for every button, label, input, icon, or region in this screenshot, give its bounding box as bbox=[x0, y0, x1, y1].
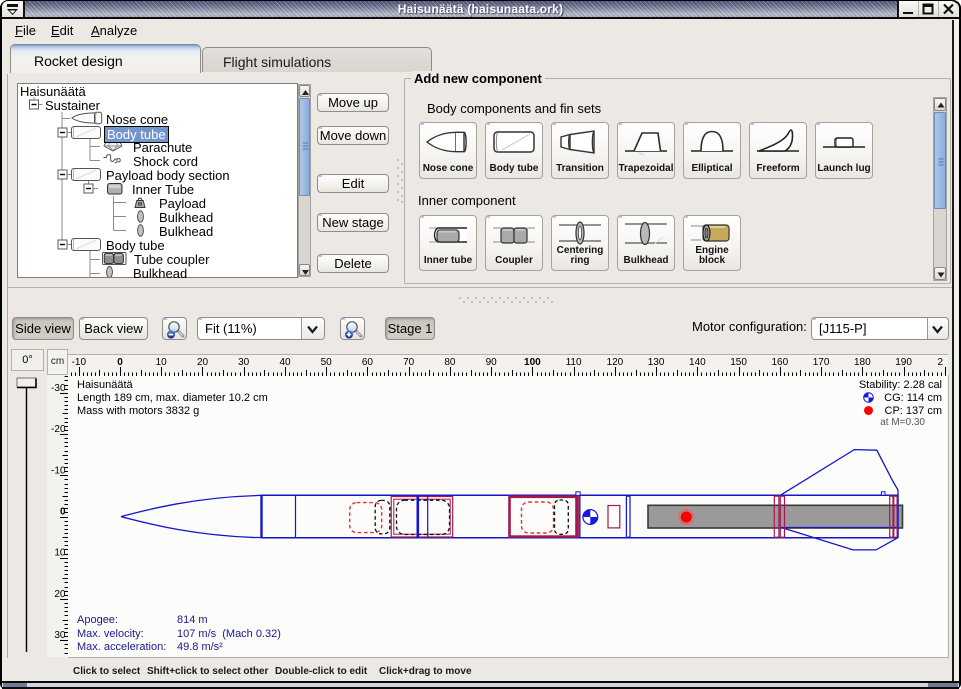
svg-text:-30: -30 bbox=[51, 383, 66, 394]
svg-text:120: 120 bbox=[607, 357, 624, 368]
svg-text:110: 110 bbox=[566, 357, 582, 368]
svg-text:-10: -10 bbox=[72, 357, 87, 368]
svg-text:160: 160 bbox=[771, 357, 788, 368]
svg-text:140: 140 bbox=[689, 357, 706, 368]
svg-text:20: 20 bbox=[54, 589, 66, 600]
svg-text:30: 30 bbox=[54, 630, 66, 641]
svg-text:50: 50 bbox=[321, 357, 333, 368]
svg-text:0: 0 bbox=[60, 507, 66, 518]
svg-text:70: 70 bbox=[403, 357, 415, 368]
svg-text:130: 130 bbox=[648, 357, 665, 368]
svg-text:-20: -20 bbox=[51, 424, 66, 435]
svg-text:170: 170 bbox=[813, 357, 830, 368]
svg-text:20: 20 bbox=[197, 357, 209, 368]
svg-text:100: 100 bbox=[524, 357, 541, 368]
svg-text:90: 90 bbox=[486, 357, 498, 368]
svg-text:180: 180 bbox=[854, 357, 871, 368]
svg-text:10: 10 bbox=[156, 357, 168, 368]
svg-text:10: 10 bbox=[54, 548, 66, 559]
svg-text:190: 190 bbox=[895, 357, 912, 368]
svg-text:150: 150 bbox=[730, 357, 747, 368]
svg-text:0: 0 bbox=[117, 357, 123, 368]
svg-text:80: 80 bbox=[444, 357, 456, 368]
svg-text:2: 2 bbox=[938, 357, 944, 368]
svg-text:30: 30 bbox=[238, 357, 250, 368]
svg-text:-10: -10 bbox=[51, 465, 66, 476]
svg-text:60: 60 bbox=[362, 357, 374, 368]
svg-text:40: 40 bbox=[279, 357, 291, 368]
